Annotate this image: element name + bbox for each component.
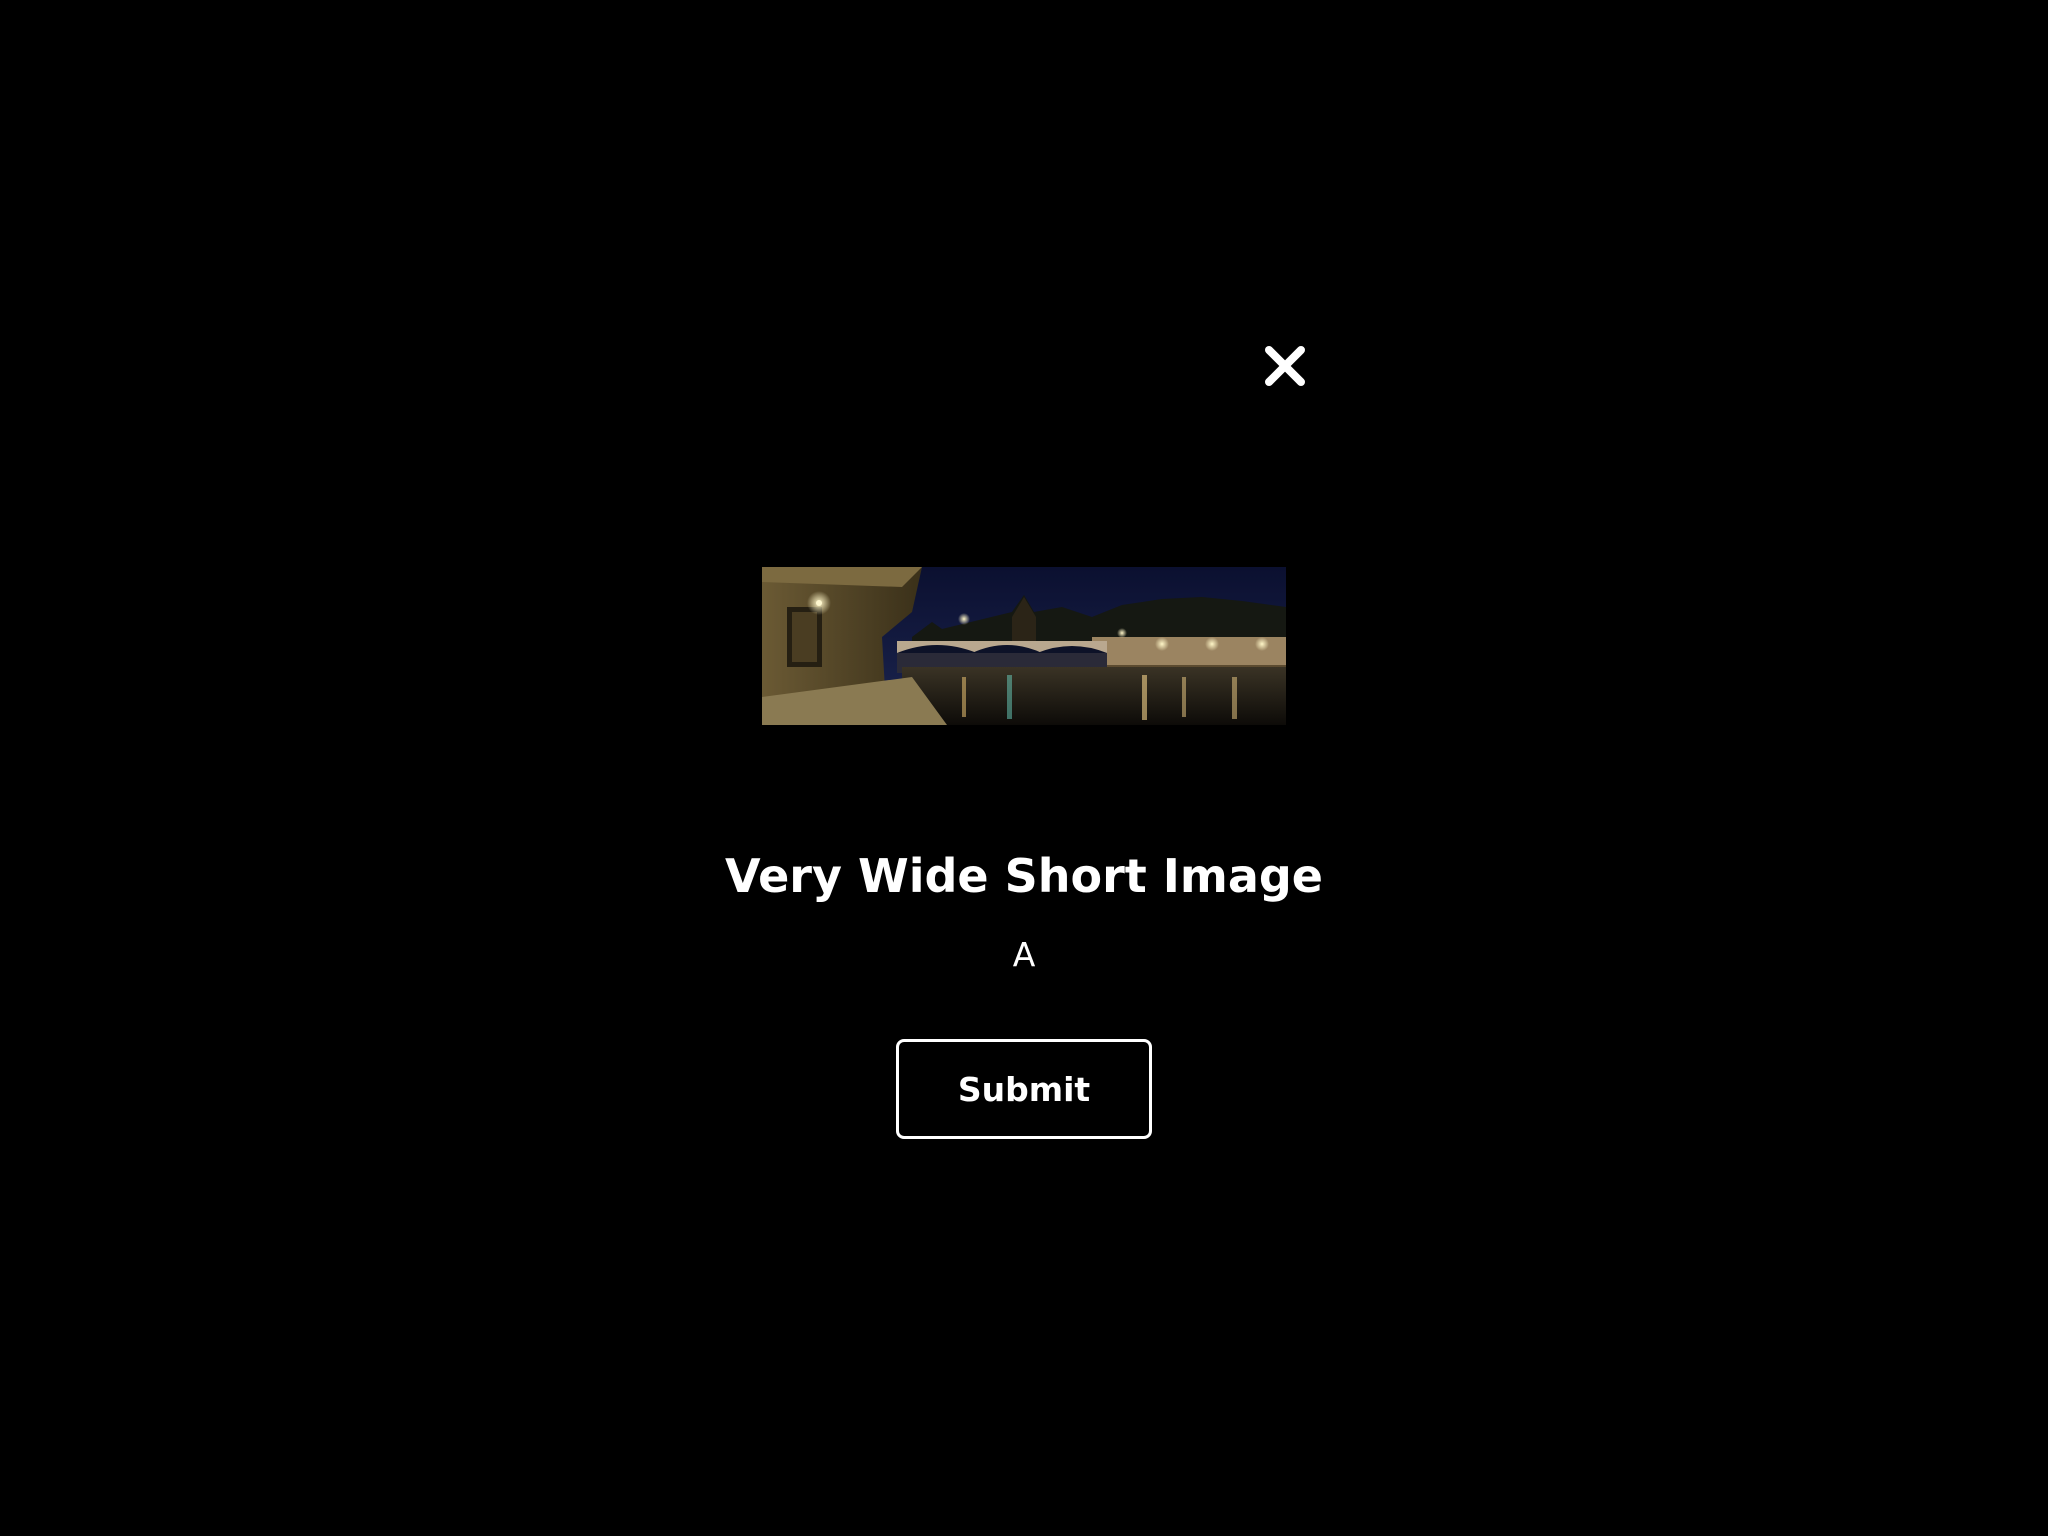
- close-icon: [1265, 346, 1305, 386]
- panorama-image: [762, 567, 1286, 725]
- modal-overlay: Very Wide Short Image A Submit: [0, 0, 2048, 1536]
- close-button[interactable]: [1262, 343, 1308, 389]
- dialog-title: Very Wide Short Image: [725, 849, 1323, 903]
- submit-button[interactable]: Submit: [896, 1039, 1152, 1139]
- dialog-subtitle: A: [1012, 935, 1036, 974]
- panorama-photo: [762, 567, 1286, 725]
